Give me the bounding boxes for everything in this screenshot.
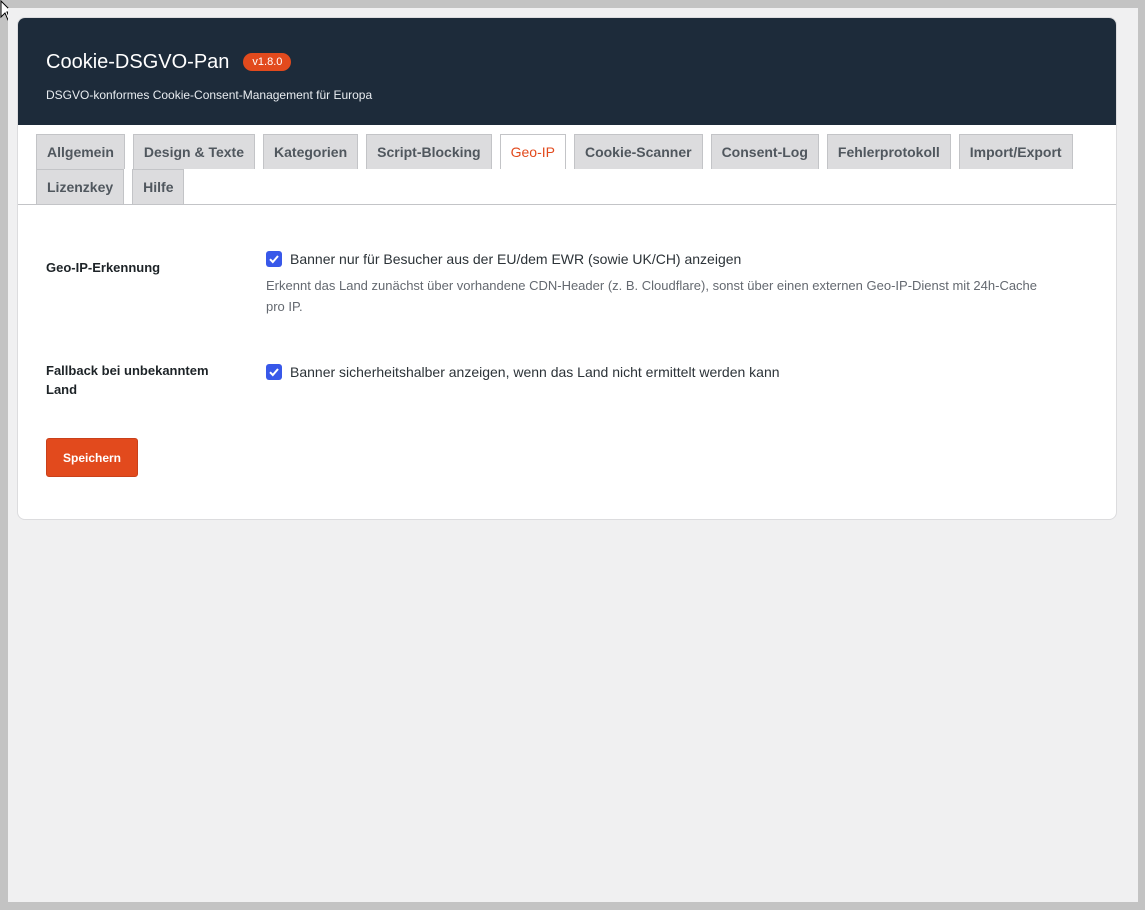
tab-cookie-scanner[interactable]: Cookie-Scanner bbox=[573, 134, 703, 169]
geoip-label: Geo-IP-Erkennung bbox=[46, 260, 161, 275]
tab-import-export[interactable]: Import/Export bbox=[958, 134, 1073, 169]
geoip-checkbox[interactable] bbox=[266, 251, 282, 267]
admin-page: Cookie-DSGVO-Pan v1.8.0 DSGVO-konformes … bbox=[8, 8, 1138, 902]
version-badge: v1.8.0 bbox=[243, 53, 292, 71]
fallback-row: Fallback bei unbekanntem Land Banner sic… bbox=[46, 361, 1088, 399]
tab-consent-log[interactable]: Consent-Log bbox=[710, 134, 819, 169]
geoip-checkbox-label[interactable]: Banner nur für Besucher aus der EU/dem E… bbox=[290, 251, 741, 267]
tab-geo-ip[interactable]: Geo-IP bbox=[499, 134, 566, 169]
fallback-label: Fallback bei unbekanntem Land bbox=[46, 363, 209, 397]
plugin-header: Cookie-DSGVO-Pan v1.8.0 DSGVO-konformes … bbox=[18, 18, 1116, 125]
plugin-subtitle: DSGVO-konformes Cookie-Consent-Managemen… bbox=[46, 88, 373, 102]
checkmark-icon bbox=[269, 255, 279, 264]
geoip-description: Erkennt das Land zunächst über vorhanden… bbox=[266, 278, 1038, 314]
save-button[interactable]: Speichern bbox=[46, 438, 138, 477]
tab-allgemein[interactable]: Allgemein bbox=[36, 134, 125, 169]
plugin-title: Cookie-DSGVO-Pan bbox=[46, 50, 230, 73]
tab-script-blocking[interactable]: Script-Blocking bbox=[366, 134, 492, 169]
fallback-checkbox[interactable] bbox=[266, 364, 282, 380]
tab-bar: Allgemein Design & Texte Kategorien Scri… bbox=[18, 125, 1116, 205]
tab-row-1: Allgemein Design & Texte Kategorien Scri… bbox=[36, 134, 1116, 169]
tab-hilfe[interactable]: Hilfe bbox=[132, 169, 185, 204]
tab-lizenzkey[interactable]: Lizenzkey bbox=[36, 169, 125, 204]
geoip-row: Geo-IP-Erkennung Banner nur für Besucher… bbox=[46, 251, 1088, 361]
settings-form: Geo-IP-Erkennung Banner nur für Besucher… bbox=[18, 205, 1116, 477]
title-row: Cookie-DSGVO-Pan v1.8.0 bbox=[46, 51, 1088, 73]
tab-row-2: Lizenzkey Hilfe bbox=[36, 169, 1116, 204]
geoip-checkbox-line: Banner nur für Besucher aus der EU/dem E… bbox=[266, 251, 1088, 267]
fallback-checkbox-label[interactable]: Banner sicherheitshalber anzeigen, wenn … bbox=[290, 364, 780, 380]
geoip-field: Banner nur für Besucher aus der EU/dem E… bbox=[266, 251, 1088, 361]
checkmark-icon bbox=[269, 368, 279, 377]
tab-design-texte[interactable]: Design & Texte bbox=[132, 134, 256, 169]
fallback-checkbox-line: Banner sicherheitshalber anzeigen, wenn … bbox=[266, 364, 1088, 380]
tab-fehlerprotokoll[interactable]: Fehlerprotokoll bbox=[826, 134, 951, 169]
fallback-field: Banner sicherheitshalber anzeigen, wenn … bbox=[266, 361, 1088, 399]
tab-kategorien[interactable]: Kategorien bbox=[263, 134, 359, 169]
settings-panel: Cookie-DSGVO-Pan v1.8.0 DSGVO-konformes … bbox=[17, 17, 1117, 520]
